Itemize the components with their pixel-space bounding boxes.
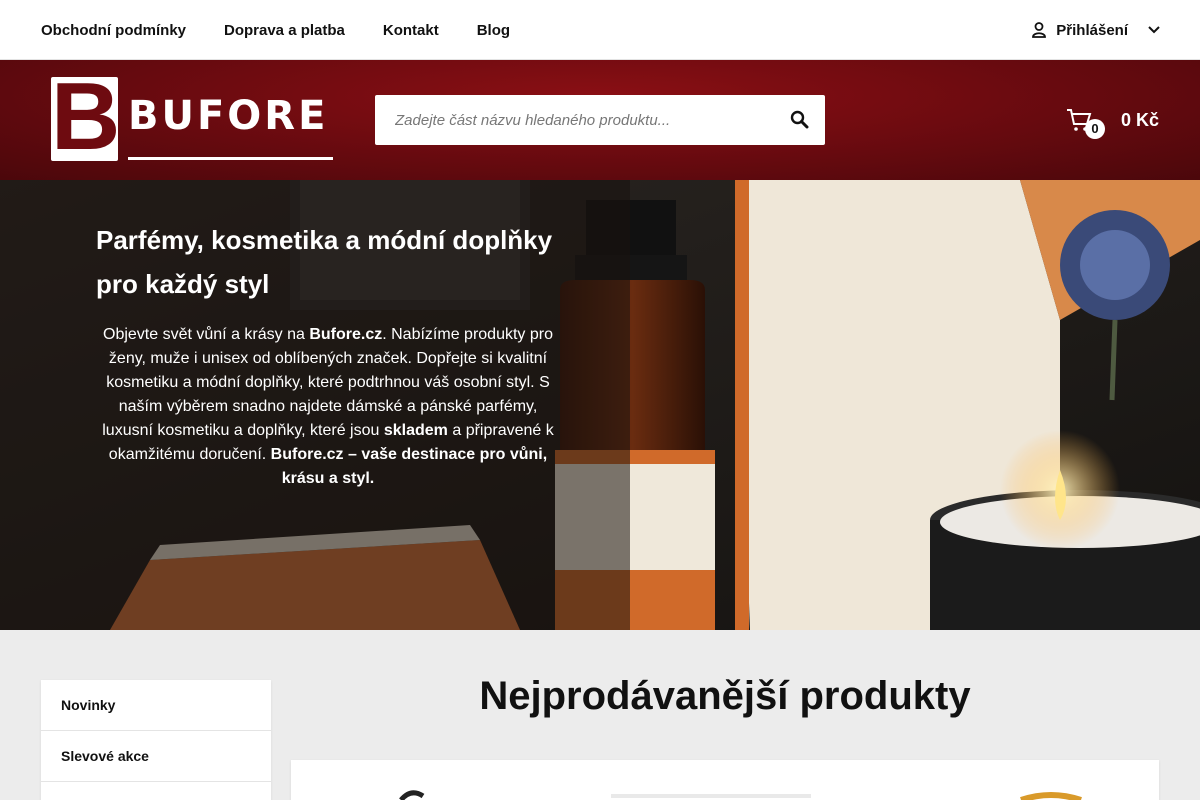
top-bar: Obchodní podmínky Doprava a platba Konta…	[0, 0, 1200, 60]
nav-link-blog[interactable]: Blog	[477, 22, 510, 39]
logo-mark: B	[51, 69, 120, 165]
cart-price: 0 Kč	[1121, 110, 1160, 130]
hero-brand: Bufore.cz	[309, 326, 383, 343]
hero-instock: skladem	[383, 422, 448, 439]
hero-title: Parfémy, kosmetika a módní doplňky pro k…	[96, 225, 553, 299]
top-nav: Obchodní podmínky Doprava a platba Konta…	[41, 0, 510, 60]
sidebar-item[interactable]	[41, 782, 271, 800]
cart[interactable]: 0 0 Kč	[1066, 105, 1166, 145]
login-menu[interactable]: Přihlášení	[1032, 0, 1160, 60]
hero-description: Objevte svět vůní a krásy na Bufore.cz. …	[98, 323, 558, 491]
nav-link-contact[interactable]: Kontakt	[383, 22, 439, 39]
section-title: Nejprodávanější produkty	[479, 674, 971, 718]
product-images-preview	[399, 790, 1082, 800]
sidebar-item-slevove-akce[interactable]: Slevové akce	[41, 731, 271, 782]
search-icon[interactable]	[789, 109, 811, 131]
logo-letter: B	[51, 63, 121, 170]
sidebar-item-novinky[interactable]: Novinky	[41, 680, 271, 731]
hero-tagline: Bufore.cz – vaše destinace pro vůni, krá…	[270, 446, 548, 487]
logo-underline	[128, 157, 333, 160]
logo-text: BUFORE	[128, 93, 329, 139]
logo[interactable]: B BUFORE	[51, 69, 333, 165]
product-carousel	[291, 760, 1159, 800]
nav-link-shipping[interactable]: Doprava a platba	[224, 22, 345, 39]
search-input[interactable]	[375, 95, 775, 145]
category-sidebar: Novinky Slevové akce	[41, 680, 271, 800]
nav-link-terms[interactable]: Obchodní podmínky	[41, 22, 186, 39]
hero-text-part: Objevte svět vůní a krásy na	[103, 326, 310, 343]
header-bar: B BUFORE 0 0 Kč	[0, 60, 1200, 180]
user-icon	[1032, 22, 1047, 38]
login-label: Přihlášení	[1056, 21, 1128, 39]
search-box	[375, 95, 825, 145]
chevron-down-icon	[1148, 26, 1160, 34]
cart-count-badge: 0	[1085, 119, 1105, 139]
hero-banner: Parfémy, kosmetika a módní doplňky pro k…	[0, 180, 1200, 630]
